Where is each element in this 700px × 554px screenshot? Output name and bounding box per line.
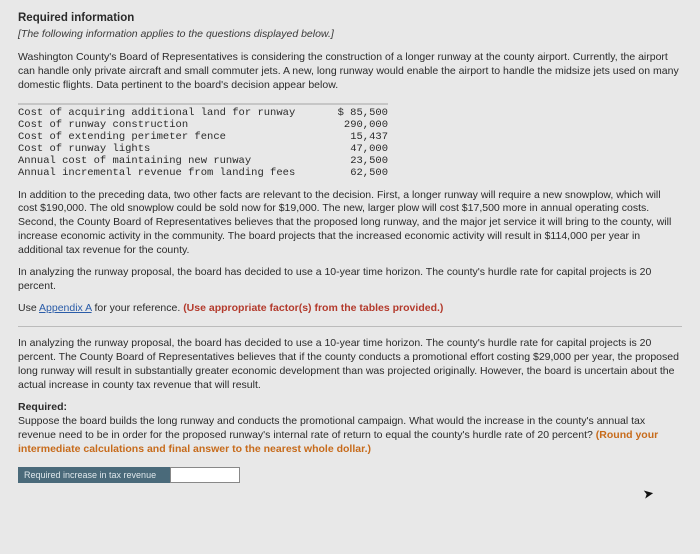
cost-value: $ 85,500 bbox=[318, 107, 388, 119]
table-row: Annual incremental revenue from landing … bbox=[18, 167, 682, 179]
section-title: Required information bbox=[18, 12, 682, 24]
answer-row: Required increase in tax revenue bbox=[18, 467, 682, 483]
required-text: Suppose the board builds the long runway… bbox=[18, 415, 645, 441]
table-row: Cost of acquiring additional land for ru… bbox=[18, 107, 682, 119]
cost-value: 290,000 bbox=[318, 119, 388, 131]
paragraph-horizon: In analyzing the runway proposal, the bo… bbox=[18, 266, 682, 294]
table-row: Cost of extending perimeter fence15,437 bbox=[18, 131, 682, 143]
appendix-note: (Use appropriate factor(s) from the tabl… bbox=[183, 302, 443, 314]
cost-value: 15,437 bbox=[318, 131, 388, 143]
appendix-link[interactable]: Appendix A bbox=[39, 302, 92, 314]
required-question: Suppose the board builds the long runway… bbox=[18, 415, 682, 457]
tax-revenue-input[interactable] bbox=[170, 467, 240, 483]
cost-label: Cost of runway lights bbox=[18, 143, 318, 155]
table-row: Cost of runway lights47,000 bbox=[18, 143, 682, 155]
appendix-mid: for your reference. bbox=[92, 302, 184, 314]
paragraph-promo: In analyzing the runway proposal, the bo… bbox=[18, 337, 682, 393]
intro-paragraph: Washington County's Board of Representat… bbox=[18, 50, 682, 93]
paragraph-additional-data: In addition to the preceding data, two o… bbox=[18, 189, 682, 259]
cost-value: 23,500 bbox=[318, 155, 388, 167]
cursor-icon: ➤ bbox=[642, 485, 656, 503]
table-row: Cost of runway construction290,000 bbox=[18, 119, 682, 131]
required-label: Required: bbox=[18, 401, 682, 413]
appendix-prefix: Use bbox=[18, 302, 39, 314]
appendix-line: Use Appendix A for your reference. (Use … bbox=[18, 302, 682, 314]
section-subtitle: [The following information applies to th… bbox=[18, 28, 682, 40]
cost-table: Cost of acquiring additional land for ru… bbox=[18, 103, 682, 179]
cost-label: Cost of extending perimeter fence bbox=[18, 131, 318, 143]
answer-field-label: Required increase in tax revenue bbox=[18, 467, 170, 483]
cost-label: Cost of acquiring additional land for ru… bbox=[18, 107, 318, 119]
cost-label: Cost of runway construction bbox=[18, 119, 318, 131]
cost-label: Annual cost of maintaining new runway bbox=[18, 155, 318, 167]
cost-label: Annual incremental revenue from landing … bbox=[18, 167, 318, 179]
cost-value: 62,500 bbox=[318, 167, 388, 179]
divider bbox=[18, 326, 682, 327]
cost-value: 47,000 bbox=[318, 143, 388, 155]
table-row: Annual cost of maintaining new runway23,… bbox=[18, 155, 682, 167]
